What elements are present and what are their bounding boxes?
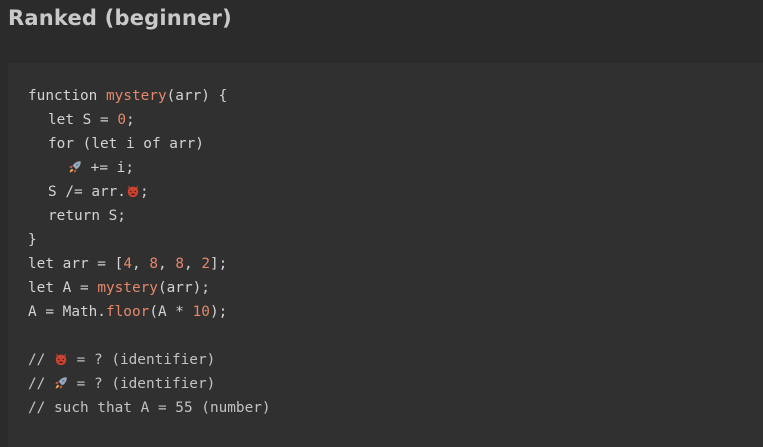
code-text: ; [139,184,149,200]
code-text: ); [209,304,228,320]
function-name: floor [105,304,150,320]
code-text: let S = [48,112,118,128]
code-text: S /= arr. [48,184,126,200]
code-line-13: // = ? (identifier) [28,372,271,396]
comment-text: // such that A = 55 (number) [28,400,271,416]
rocket-icon [55,377,67,389]
code-text: ]; [209,256,228,272]
code-text: ; [125,112,135,128]
page-header: Ranked (beginner) [0,0,763,40]
devil-face-icon [127,185,139,198]
code-line-11 [28,324,271,348]
function-name: mystery [97,280,158,296]
code-line-9: let A = mystery(arr); [28,276,271,300]
function-name: mystery [105,88,167,104]
code-text: , [157,256,176,272]
keyword-function: function [28,88,106,104]
code-block: function mystery(arr) { let S = 0; for (… [8,63,763,447]
code-line-5: S /= arr.; [28,180,271,204]
number-literal: 10 [192,304,210,320]
code-line-4: += i; [28,156,271,180]
code-line-6: return S; [28,204,271,228]
comment-text: // [28,352,54,368]
code-line-12: // = ? (identifier) [28,348,271,372]
code-text: let A = [28,280,98,296]
code-text: , [131,256,150,272]
code-text: , [183,256,202,272]
code-text: for (let i of arr) [48,136,204,152]
rocket-icon [69,161,81,173]
devil-face-icon [55,353,67,366]
code-lines: function mystery(arr) { let S = 0; for (… [28,84,271,420]
code-text: A = Math. [28,304,106,320]
code-line-1: function mystery(arr) { [28,84,271,108]
page-title: Ranked (beginner) [8,6,232,30]
comment-text: = ? (identifier) [68,376,216,392]
comment-text: // [28,376,54,392]
code-text: (arr) { [166,88,228,104]
code-text: return S; [48,208,126,224]
code-line-3: for (let i of arr) [28,132,271,156]
number-literal: 0 [117,112,126,128]
code-text: } [28,232,37,248]
code-line-2: let S = 0; [28,108,271,132]
comment-text: = ? (identifier) [68,352,216,368]
code-text: let arr = [ [28,256,124,272]
number-literal: 8 [149,256,158,272]
number-literal: 4 [123,256,132,272]
number-literal: 2 [201,256,210,272]
code-text: (arr); [157,280,210,296]
number-literal: 8 [175,256,184,272]
code-text: += i; [82,160,134,176]
code-line-8: let arr = [4, 8, 8, 2]; [28,252,271,276]
code-line-10: A = Math.floor(A * 10); [28,300,271,324]
code-line-7: } [28,228,271,252]
code-text: (A * [149,304,193,320]
code-line-14: // such that A = 55 (number) [28,396,271,420]
